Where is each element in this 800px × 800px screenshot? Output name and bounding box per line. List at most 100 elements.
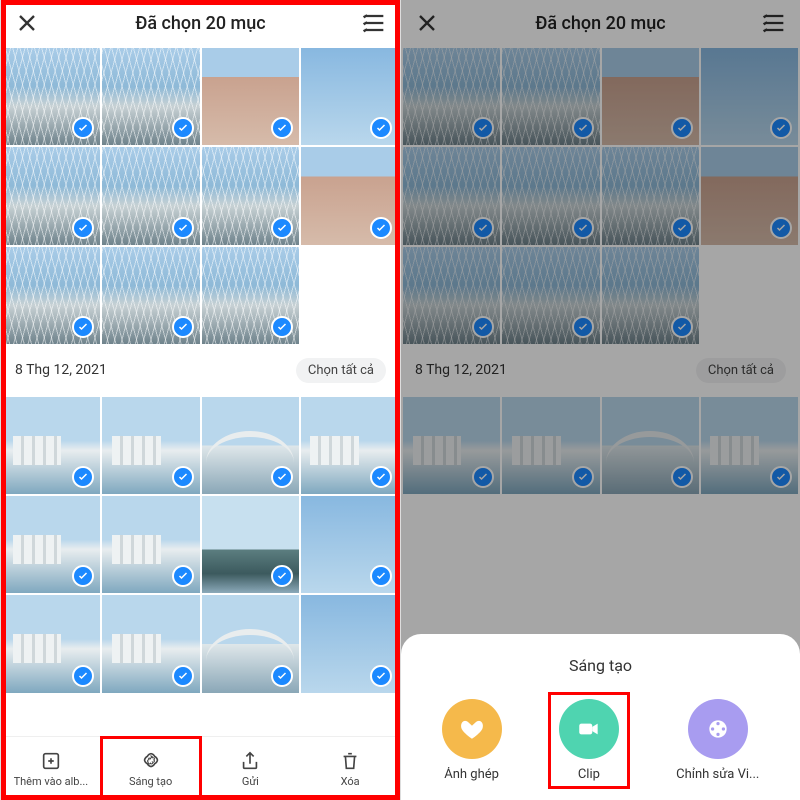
flower-icon [140,750,162,772]
photo-grid-scroll[interactable]: 8 Thg 12, 2021 Chọn tất cả [1,46,400,736]
photo-thumbnail[interactable] [403,397,500,494]
photo-thumbnail[interactable] [301,48,398,145]
toolbar-label: Xóa [341,775,360,788]
checkmark-icon [172,316,194,338]
photo-thumbnail[interactable] [301,247,398,344]
photo-thumbnail[interactable] [403,247,500,344]
photo-thumbnail[interactable] [602,247,699,344]
select-all-button[interactable]: Chọn tất cả [696,358,786,383]
photo-thumbnail[interactable] [301,595,398,692]
header: Đã chọn 20 mục [401,0,800,46]
sheet-options-row: Ảnh ghép Clip Chỉnh sửa Vi... [417,693,784,788]
photo-thumbnail[interactable] [403,147,500,244]
photo-grid-section-2 [401,395,800,496]
select-menu-button[interactable] [360,9,388,37]
photo-thumbnail[interactable] [602,147,699,244]
photo-grid-section-1 [401,46,800,346]
photo-thumbnail[interactable] [701,48,798,145]
photo-thumbnail[interactable] [202,595,299,692]
checkmark-icon [572,117,594,139]
photo-thumbnail[interactable] [301,147,398,244]
toolbar-add-album[interactable]: Thêm vào alb... [1,737,101,800]
checkmark-icon [172,466,194,488]
photo-thumbnail[interactable] [602,48,699,145]
photo-thumbnail[interactable] [202,496,299,593]
photo-thumbnail[interactable] [701,397,798,494]
date-section-header: 8 Thg 12, 2021 Chọn tất cả [1,346,400,395]
bottom-toolbar: Thêm vào alb... Sáng tạo Gửi Xóa [1,736,400,800]
checkmark-icon [572,466,594,488]
photo-thumbnail[interactable] [701,147,798,244]
phone-right: Đã chọn 20 mục 8 Thg 12, 2021 Chọn tất c… [400,0,800,800]
sheet-item-label: Clip [578,767,600,782]
photo-thumbnail[interactable] [502,247,599,344]
toolbar-label: Thêm vào alb... [14,775,89,788]
checkmark-icon [472,316,494,338]
checkmark-icon [271,565,293,587]
photo-thumbnail[interactable] [502,48,599,145]
photo-thumbnail[interactable] [3,48,100,145]
checkmark-icon [72,217,94,239]
photo-thumbnail[interactable] [102,48,199,145]
photo-thumbnail[interactable] [701,247,798,344]
photo-thumbnail[interactable] [602,397,699,494]
photo-thumbnail[interactable] [502,397,599,494]
checkmark-icon [271,466,293,488]
toolbar-label: Sáng tạo [129,775,172,788]
photo-thumbnail[interactable] [202,397,299,494]
select-all-button[interactable]: Chọn tất cả [296,358,386,383]
checkmark-icon [572,217,594,239]
heart-icon [442,699,502,759]
checkmark-icon [770,466,792,488]
checkmark-icon [370,665,392,687]
sheet-title: Sáng tạo [417,656,784,675]
date-label: 8 Thg 12, 2021 [15,362,107,378]
date-label: 8 Thg 12, 2021 [415,362,507,378]
sheet-item-collage[interactable]: Ảnh ghép [432,693,512,788]
checkmark-icon [172,565,194,587]
share-icon [239,750,261,772]
photo-thumbnail[interactable] [3,496,100,593]
select-menu-button[interactable] [760,9,788,37]
photo-thumbnail[interactable] [102,595,199,692]
photo-thumbnail[interactable] [3,595,100,692]
checkmark-icon [271,117,293,139]
phone-left: Đã chọn 20 mục 8 Thg 12, 2021 Chọn tất c… [0,0,400,800]
photo-thumbnail[interactable] [102,397,199,494]
photo-grid-section-1 [1,46,400,346]
photo-thumbnail[interactable] [3,247,100,344]
photo-thumbnail[interactable] [202,247,299,344]
video-camera-icon [559,699,619,759]
photo-thumbnail[interactable] [3,397,100,494]
checkmark-icon [271,316,293,338]
toolbar-delete[interactable]: Xóa [300,737,400,800]
checkmark-icon [770,217,792,239]
header: Đã chọn 20 mục [1,0,400,46]
photo-thumbnail[interactable] [301,397,398,494]
photo-thumbnail[interactable] [403,48,500,145]
toolbar-create[interactable]: Sáng tạo [101,737,201,800]
checkmark-icon [572,316,594,338]
photo-grid-section-2 [1,395,400,695]
toolbar-share[interactable]: Gửi [201,737,301,800]
close-button[interactable] [13,9,41,37]
photo-thumbnail[interactable] [102,247,199,344]
checkmark-icon [671,316,693,338]
checkmark-icon [370,466,392,488]
sheet-item-edit-video[interactable]: Chỉnh sửa Vi... [666,693,769,788]
sheet-item-label: Chỉnh sửa Vi... [676,767,759,782]
photo-thumbnail[interactable] [3,147,100,244]
checkmark-icon [172,117,194,139]
photo-thumbnail[interactable] [202,147,299,244]
film-reel-icon [688,699,748,759]
photo-thumbnail[interactable] [102,147,199,244]
close-button[interactable] [413,9,441,37]
date-section-header: 8 Thg 12, 2021 Chọn tất cả [401,346,800,395]
photo-thumbnail[interactable] [502,147,599,244]
sheet-item-clip[interactable]: Clip [549,693,629,788]
photo-thumbnail[interactable] [102,496,199,593]
plus-square-icon [40,750,62,772]
checkmark-icon [172,217,194,239]
photo-thumbnail[interactable] [301,496,398,593]
photo-thumbnail[interactable] [202,48,299,145]
